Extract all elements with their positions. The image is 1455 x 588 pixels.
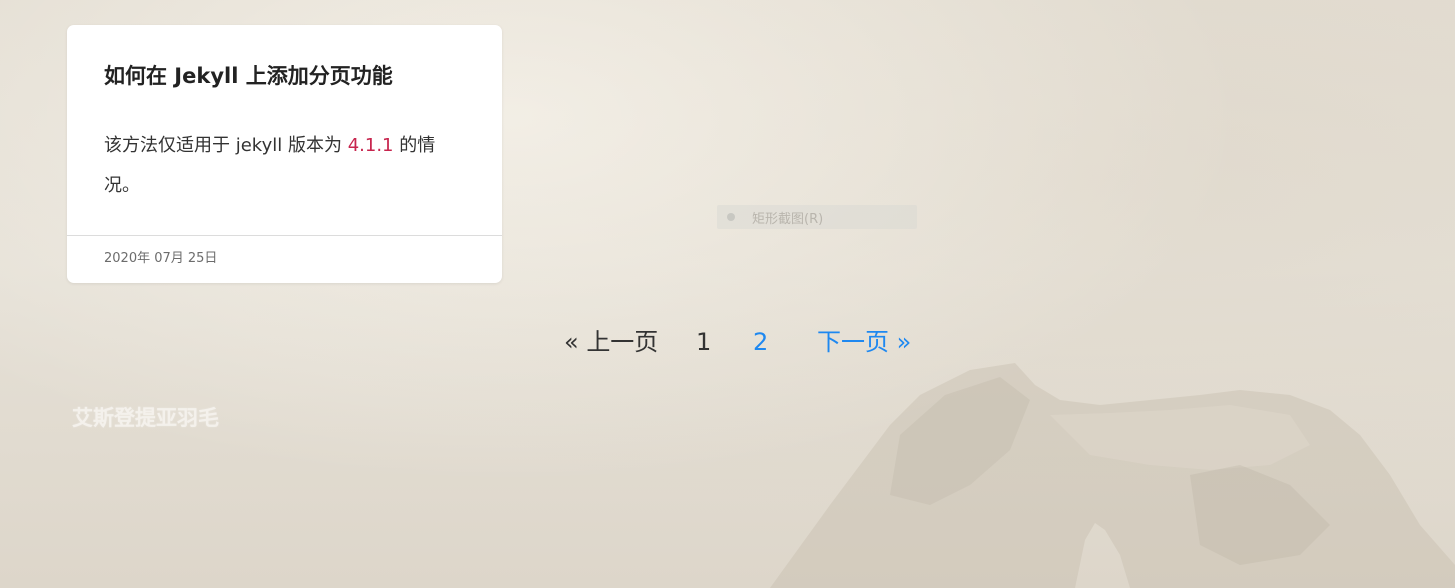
- post-excerpt-text-start: 该方法仅适用于 jekyll 版本为: [104, 135, 348, 156]
- page-number-link[interactable]: 2: [753, 326, 768, 358]
- rock-arch-background-image: [770, 363, 1455, 588]
- site-name[interactable]: 艾斯登提亚羽毛: [72, 403, 219, 433]
- radio-dot-icon: [727, 213, 735, 221]
- post-title[interactable]: 如何在 Jekyll 上添加分页功能: [104, 61, 393, 91]
- post-date: 2020年 07月 25日: [104, 251, 218, 266]
- previous-page-label: « 上一页: [564, 328, 659, 356]
- post-excerpt: 该方法仅适用于 jekyll 版本为 4.1.1 的情况。: [104, 126, 469, 206]
- card-divider: [67, 235, 502, 236]
- version-highlight: 4.1.1: [347, 135, 394, 156]
- screenshot-tooltip-overlay: 矩形截图(R): [717, 205, 917, 229]
- screenshot-tooltip-label: 矩形截图(R): [752, 212, 824, 227]
- next-page-link[interactable]: 下一页 »: [817, 326, 911, 358]
- page-number-current: 1: [696, 328, 712, 356]
- post-card[interactable]: 如何在 Jekyll 上添加分页功能 该方法仅适用于 jekyll 版本为 4.…: [67, 25, 502, 283]
